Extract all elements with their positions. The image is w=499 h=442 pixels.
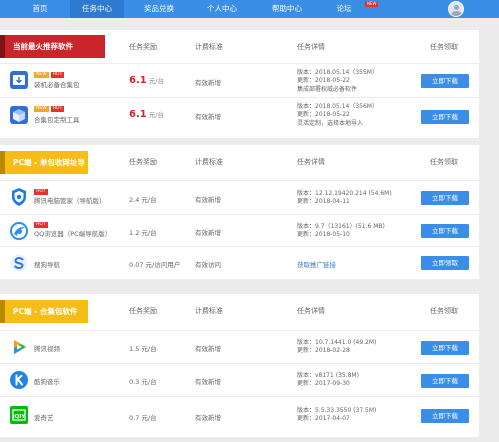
nav-home[interactable]: 首页 <box>18 0 62 18</box>
nav-help-center[interactable]: 帮助中心 <box>259 0 315 18</box>
billing-standard: 有效访问 <box>195 261 221 269</box>
reward-value: 6.1 元/台 <box>129 75 164 86</box>
reward-value: 1.5 元/台 <box>129 345 157 353</box>
section-title: PC端 - 单包收网址导航 <box>0 151 88 190</box>
new-tag: NEW <box>34 106 49 112</box>
reward-value: 6.1 元/台 <box>129 109 164 120</box>
qq-pc-manager-shield-icon <box>10 187 28 206</box>
col-claim-header: 任务领取 <box>430 307 458 315</box>
reward-value: 0.3 元/台 <box>129 378 157 386</box>
claim-button[interactable]: 立即领取 <box>421 256 469 270</box>
download-button[interactable]: 立即下载 <box>421 374 469 388</box>
billing-standard: 有效新增 <box>195 345 221 353</box>
task-details: 版本：5.5.33.3550 (37.5M) 更新：2017-04-07 <box>297 407 377 423</box>
user-avatar-icon[interactable] <box>448 1 464 17</box>
hot-tag: HOT <box>50 72 65 78</box>
hot-tag: HOT <box>50 106 65 112</box>
billing-standard: 有效新增 <box>195 79 221 87</box>
software-name[interactable]: 装机必备合集包 <box>34 79 80 89</box>
software-name[interactable]: 腾讯电脑管家（导航版） <box>34 195 106 205</box>
table-row: HOT QQ浏览器（PC端导航版） 1.2 元/台 有效新增 版本：9.7（13… <box>0 214 479 246</box>
svg-text:iQIY: iQIY <box>13 414 27 420</box>
download-button[interactable]: 立即下载 <box>421 74 469 88</box>
forum-new-badge: NEW <box>365 1 379 7</box>
nav-personal-center[interactable]: 个人中心 <box>194 0 250 18</box>
task-details: 版本：v8171 (35.8M) 更新：2017-09-30 <box>297 372 359 388</box>
billing-standard: 有效新增 <box>195 196 221 204</box>
section-nav-single-package: PC端 - 单包收网址导航 任务奖励 计费标准 任务详情 任务领取 HOT 腾讯… <box>0 145 479 279</box>
table-row: HOT 腾讯电脑管家（导航版） 2.4 元/台 有效新增 版本：12.12.19… <box>0 180 479 214</box>
download-button[interactable]: 立即下载 <box>421 224 469 238</box>
get-promo-link[interactable]: 获取推广链接 <box>297 259 336 269</box>
software-name[interactable]: 搜狗导航 <box>34 259 60 269</box>
col-details-header: 任务详情 <box>297 43 325 51</box>
table-row: 搜狗导航 0.07 元/访问用户 有效访问 获取推广链接 立即领取 <box>0 246 479 279</box>
task-details: 版本：10.7.1441.0 (49.2M) 更新：2018-02-28 <box>297 339 377 355</box>
col-details-header: 任务详情 <box>297 158 325 166</box>
col-reward-header: 任务奖励 <box>129 158 157 166</box>
task-details: 版本：9.7（13161）(51.6 MB) 更新：2018-05-10 <box>297 223 385 239</box>
col-billing-header: 计费标准 <box>195 158 223 166</box>
task-details: 版本：2018.05.14（355M） 更新：2018-05-22 集成部署权威必备… <box>297 69 378 93</box>
reward-value: 0.7 元/台 <box>129 414 157 422</box>
nav-forum[interactable]: 论坛 <box>322 0 366 18</box>
reward-value: 0.07 元/访问用户 <box>129 261 181 269</box>
col-details-header: 任务详情 <box>297 307 325 315</box>
diy-box-icon <box>10 106 28 124</box>
task-details: 版本：2018.05.14（356M） 更新：2018-05-22 灵活定制，选择本… <box>297 103 378 127</box>
software-name[interactable]: 爱奇艺 <box>34 412 54 422</box>
col-reward-header: 任务奖励 <box>129 307 157 315</box>
col-billing-header: 计费标准 <box>195 307 223 315</box>
qq-browser-icon <box>10 222 28 240</box>
download-button[interactable]: 立即下载 <box>421 191 469 205</box>
tencent-video-play-icon <box>10 338 28 356</box>
table-row: 酷狗音乐 0.3 元/台 有效新增 版本：v8171 (35.8M) 更新：201… <box>0 363 479 396</box>
sogou-s-icon <box>10 254 28 272</box>
table-row: NEW HOT 合集包定制工具 6.1 元/台 有效新增 版本：2018.05.1… <box>0 97 479 134</box>
section-title: 当前最火推荐软件 <box>0 35 105 58</box>
task-details: 版本：12.12.19420.214 (54.6M) 更新：2018-04-11 <box>297 190 392 206</box>
top-nav: 首页 任务中心 奖品兑换 个人中心 帮助中心 论坛 NEW <box>0 0 499 18</box>
col-billing-header: 计费标准 <box>195 43 223 51</box>
section-hot-recommend: 当前最火推荐软件 任务奖励 计费标准 任务详情 任务领取 NEW HOT 装机必备… <box>0 30 479 138</box>
software-name[interactable]: 腾讯视频 <box>34 343 60 353</box>
iqiyi-logo-icon: iQIY <box>10 406 28 424</box>
reward-value: 1.2 元/台 <box>129 229 157 237</box>
software-name[interactable]: 酷狗音乐 <box>34 376 60 386</box>
reward-value: 2.4 元/台 <box>129 196 157 204</box>
software-name[interactable]: 合集包定制工具 <box>34 114 80 124</box>
billing-standard: 有效新增 <box>195 113 221 121</box>
billing-standard: 有效新增 <box>195 378 221 386</box>
kugou-k-icon <box>10 371 28 389</box>
table-row: 腾讯视频 1.5 元/台 有效新增 版本：10.7.1441.0 (49.2M)… <box>0 330 479 363</box>
download-button[interactable]: 立即下载 <box>421 341 469 355</box>
billing-standard: 有效新增 <box>195 414 221 422</box>
table-row: NEW HOT 装机必备合集包 6.1 元/台 有效新增 版本：2018.05.1… <box>0 63 479 97</box>
download-button[interactable]: 立即下载 <box>421 409 469 423</box>
nav-task-center[interactable]: 任务中心 <box>70 0 124 18</box>
table-row: iQIY 爱奇艺 0.7 元/台 有效新增 版本：5.5.33.3550 (37… <box>0 396 479 433</box>
col-claim-header: 任务领取 <box>430 158 458 166</box>
nav-prize-exchange[interactable]: 奖品兑换 <box>132 0 186 18</box>
col-claim-header: 任务领取 <box>430 43 458 51</box>
section-title: PC端 - 合集包软件 <box>0 300 88 323</box>
software-name[interactable]: QQ浏览器（PC端导航版） <box>34 228 111 238</box>
download-box-icon <box>10 71 28 89</box>
new-tag: NEW <box>34 72 49 78</box>
download-button[interactable]: 立即下载 <box>421 110 469 124</box>
section-bundle-software: PC端 - 合集包软件 任务奖励 计费标准 任务详情 任务领取 腾讯视频 1.5… <box>0 294 479 437</box>
col-reward-header: 任务奖励 <box>129 43 157 51</box>
billing-standard: 有效新增 <box>195 229 221 237</box>
